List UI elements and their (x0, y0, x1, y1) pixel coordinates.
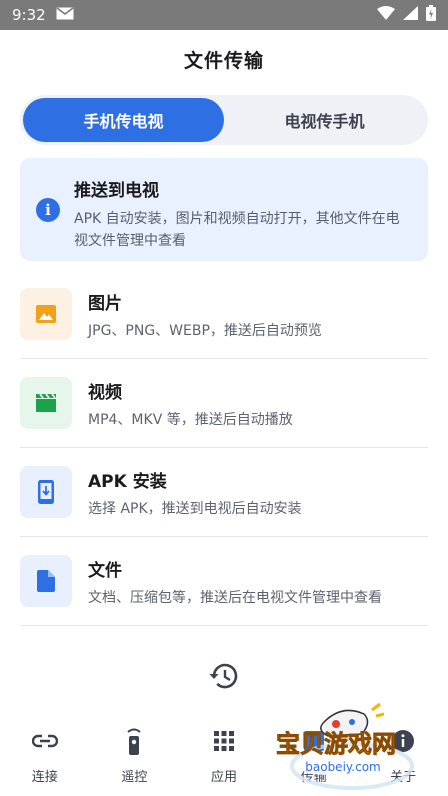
list-item-image[interactable]: 图片 JPG、PNG、WEBP，推送后自动预览 (20, 270, 428, 359)
list-item-description: 选择 APK，推送到电视后自动安装 (88, 500, 302, 517)
mail-icon (56, 6, 74, 24)
list-item-title: 视频 (88, 382, 122, 403)
video-icon (20, 377, 72, 429)
nav-about[interactable]: 关于 (363, 716, 443, 796)
signal-icon (403, 6, 418, 24)
nav-connect[interactable]: 连接 (5, 716, 85, 796)
list-item-description: 文档、压缩包等，推送后在电视文件管理中查看 (88, 589, 382, 606)
nav-label: 遥控 (121, 770, 148, 785)
link-icon (31, 726, 58, 756)
nav-apps[interactable]: 应用 (184, 716, 264, 796)
history-icon (208, 661, 240, 695)
status-bar: 9:32 (0, 0, 448, 30)
list-item-video[interactable]: 视频 MP4、MKV 等，推送后自动播放 (20, 359, 428, 448)
status-time: 9:32 (12, 6, 46, 24)
list-item-title: 图片 (88, 293, 122, 314)
info-icon: i (36, 198, 60, 222)
file-icon (20, 555, 72, 607)
list-item-file[interactable]: 文件 文档、压缩包等，推送后在电视文件管理中查看 (20, 537, 428, 626)
info-card-title: 推送到电视 (74, 181, 159, 201)
list-item-title: 文件 (88, 560, 122, 581)
page-title: 文件传输 (183, 50, 264, 72)
battery-icon (426, 5, 436, 25)
info-card-description: APK 自动安装，图片和视频自动打开，其他文件在电视文件管理中查看 (74, 211, 400, 249)
bottom-navigation: 连接 遥控 应用 传输 关于 (0, 716, 448, 796)
info-icon (391, 726, 415, 756)
apps-grid-icon (213, 726, 234, 756)
file-type-list: 图片 JPG、PNG、WEBP，推送后自动预览 视频 MP4、MKV 等，推送后… (20, 270, 428, 626)
list-item-description: MP4、MKV 等，推送后自动播放 (88, 411, 293, 428)
transfer-icon (303, 726, 325, 756)
list-item-title: APK 安装 (88, 471, 167, 492)
nav-label: 应用 (210, 770, 237, 785)
info-card: i 推送到电视 APK 自动安装，图片和视频自动打开，其他文件在电视文件管理中查… (20, 158, 428, 261)
nav-label: 关于 (390, 770, 417, 785)
transfer-direction-tabs: 手机传电视 电视传手机 (20, 95, 428, 145)
nav-remote[interactable]: 遥控 (94, 716, 174, 796)
nav-label: 传输 (300, 770, 327, 785)
apk-install-icon (20, 466, 72, 518)
history-button[interactable] (206, 660, 242, 696)
nav-transfer[interactable]: 传输 (274, 716, 354, 796)
wifi-icon (377, 6, 395, 24)
tab-tv-to-phone[interactable]: 电视传手机 (224, 98, 425, 142)
list-item-description: JPG、PNG、WEBP，推送后自动预览 (88, 322, 322, 339)
nav-label: 连接 (31, 770, 58, 785)
image-icon (20, 288, 72, 340)
remote-icon (125, 726, 143, 756)
list-item-apk[interactable]: APK 安装 选择 APK，推送到电视后自动安装 (20, 448, 428, 537)
tab-phone-to-tv[interactable]: 手机传电视 (23, 98, 224, 142)
